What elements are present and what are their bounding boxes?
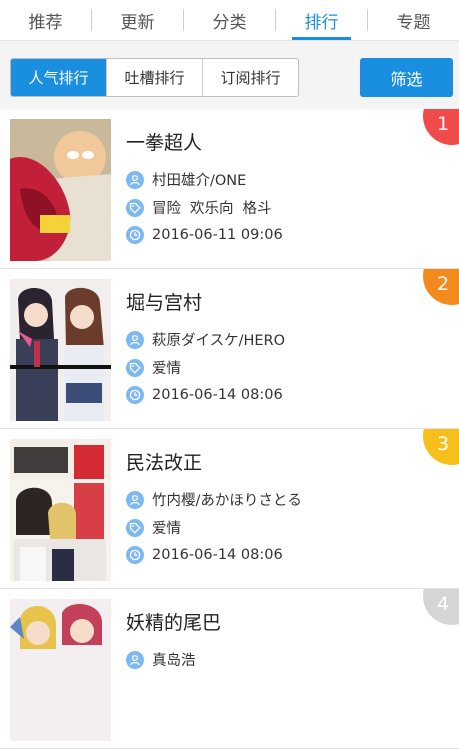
date-text: 2016-06-14 08:06 xyxy=(152,387,283,403)
author-text: 萩原ダイスケ/HERO xyxy=(152,333,286,349)
segment-comments[interactable]: 吐槽排行 xyxy=(106,59,202,96)
tag-text: 格斗 xyxy=(242,201,272,217)
tags-row: 冒险 欢乐向 格斗 xyxy=(126,197,281,218)
author-row: 萩原ダイスケ/HERO xyxy=(126,329,285,350)
tag-text: 冒险 xyxy=(152,201,181,217)
rank-number: 3 xyxy=(437,433,450,455)
tag-text: 欢乐向 xyxy=(190,201,234,217)
comic-title[interactable]: 民法改正 xyxy=(126,448,202,475)
clock-icon xyxy=(126,386,144,404)
user-icon xyxy=(126,170,144,189)
date-row: 2016-06-14 08:06 xyxy=(126,546,283,564)
date-row: 2016-06-14 08:06 xyxy=(126,386,283,404)
author-text: 村田雄介/ONE xyxy=(152,173,247,189)
tag-text: 爱情 xyxy=(152,361,181,377)
tags-row: 爱情 xyxy=(126,517,190,538)
tag-icon xyxy=(126,358,144,377)
segment-subscriptions[interactable]: 订阅排行 xyxy=(202,59,298,96)
tab-ranking[interactable]: 排行 xyxy=(276,0,367,40)
tab-recommend[interactable]: 推荐 xyxy=(0,0,91,40)
author-row: 真岛浩 xyxy=(126,649,196,670)
comic-title[interactable]: 一拳超人 xyxy=(126,128,202,155)
rank-number: 2 xyxy=(437,273,450,295)
date-row: 2016-06-11 09:06 xyxy=(126,226,283,244)
rank-number: 1 xyxy=(437,113,450,135)
comic-ranking-list: 一拳超人 村田雄介/ONE 冒险 欢乐向 格斗 2016-06-11 09:06… xyxy=(0,109,459,749)
author-text: 真岛浩 xyxy=(152,653,196,669)
rank-badge: 1 xyxy=(423,109,459,145)
clock-icon xyxy=(126,546,144,564)
author-text: 竹内樱/あかほりさとる xyxy=(152,493,302,509)
ranking-filter-bar: 人气排行 吐槽排行 订阅排行 筛选 xyxy=(0,41,459,109)
user-icon xyxy=(126,650,144,669)
author-row: 村田雄介/ONE xyxy=(126,169,246,190)
segment-popularity[interactable]: 人气排行 xyxy=(11,59,106,96)
tag-icon xyxy=(126,198,144,217)
tags-row: 爱情 xyxy=(126,357,190,378)
ranking-type-segment: 人气排行 吐槽排行 订阅排行 xyxy=(10,58,299,97)
comic-cover[interactable] xyxy=(10,599,111,741)
list-item[interactable]: 堀与宫村 萩原ダイスケ/HERO 爱情 2016-06-14 08:06 2 xyxy=(0,269,459,429)
user-icon xyxy=(126,330,144,349)
author-row: 竹内樱/あかほりさとる xyxy=(126,489,302,510)
filter-button[interactable]: 筛选 xyxy=(360,58,453,97)
tag-text: 爱情 xyxy=(152,521,181,537)
comic-title[interactable]: 堀与宫村 xyxy=(126,288,202,315)
comic-cover[interactable] xyxy=(10,439,111,581)
tab-category[interactable]: 分类 xyxy=(184,0,275,40)
list-item[interactable]: 妖精的尾巴 真岛浩 4 xyxy=(0,589,459,749)
tag-icon xyxy=(126,518,144,537)
comic-title[interactable]: 妖精的尾巴 xyxy=(126,608,221,635)
list-item[interactable]: 一拳超人 村田雄介/ONE 冒险 欢乐向 格斗 2016-06-11 09:06… xyxy=(0,109,459,269)
comic-cover[interactable] xyxy=(10,279,111,421)
rank-badge: 2 xyxy=(423,269,459,305)
tab-update[interactable]: 更新 xyxy=(92,0,183,40)
top-nav: 推荐 更新 分类 排行 专题 xyxy=(0,0,459,41)
clock-icon xyxy=(126,226,144,244)
rank-badge: 4 xyxy=(423,589,459,625)
list-item[interactable]: 民法改正 竹内樱/あかほりさとる 爱情 2016-06-14 08:06 3 xyxy=(0,429,459,589)
date-text: 2016-06-11 09:06 xyxy=(152,227,283,243)
rank-badge: 3 xyxy=(423,429,459,465)
user-icon xyxy=(126,490,144,509)
comic-cover[interactable] xyxy=(10,119,111,261)
date-text: 2016-06-14 08:06 xyxy=(152,547,283,563)
tab-topic[interactable]: 专题 xyxy=(368,0,459,40)
rank-number: 4 xyxy=(437,593,450,615)
